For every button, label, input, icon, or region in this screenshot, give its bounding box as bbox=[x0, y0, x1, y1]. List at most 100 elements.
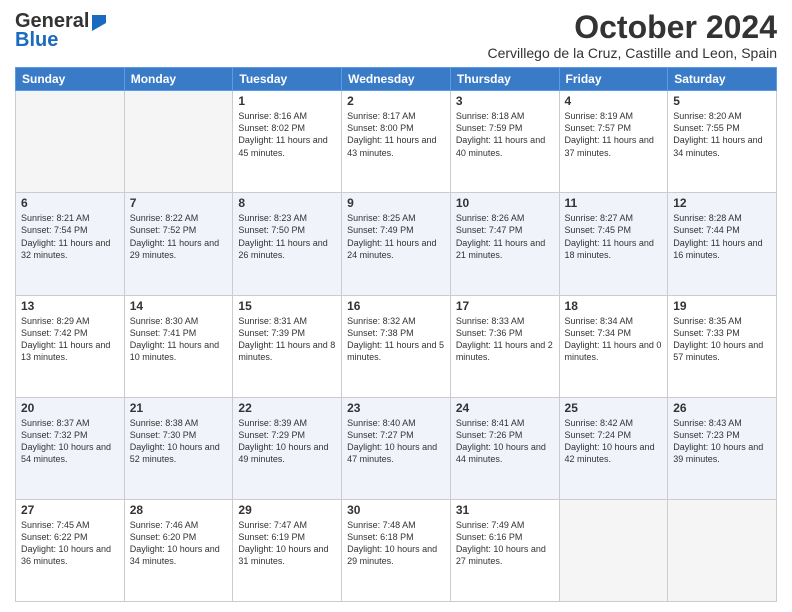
calendar-week-row: 6 Sunrise: 8:21 AM Sunset: 7:54 PM Daylig… bbox=[16, 193, 777, 295]
calendar-day-cell: 9 Sunrise: 8:25 AM Sunset: 7:49 PM Daylig… bbox=[342, 193, 451, 295]
day-info: Sunrise: 7:46 AM Sunset: 6:20 PM Dayligh… bbox=[130, 519, 228, 568]
month-title: October 2024 bbox=[488, 10, 778, 45]
calendar-day-cell: 16 Sunrise: 8:32 AM Sunset: 7:38 PM Dayli… bbox=[342, 295, 451, 397]
day-info: Sunrise: 7:49 AM Sunset: 6:16 PM Dayligh… bbox=[456, 519, 554, 568]
day-info: Sunrise: 8:21 AM Sunset: 7:54 PM Dayligh… bbox=[21, 212, 119, 261]
calendar-day-cell: 28 Sunrise: 7:46 AM Sunset: 6:20 PM Dayli… bbox=[124, 499, 233, 601]
calendar-day-cell: 31 Sunrise: 7:49 AM Sunset: 6:16 PM Dayli… bbox=[450, 499, 559, 601]
day-info: Sunrise: 7:47 AM Sunset: 6:19 PM Dayligh… bbox=[238, 519, 336, 568]
day-info: Sunrise: 8:23 AM Sunset: 7:50 PM Dayligh… bbox=[238, 212, 336, 261]
day-number: 19 bbox=[673, 299, 771, 313]
day-info: Sunrise: 8:22 AM Sunset: 7:52 PM Dayligh… bbox=[130, 212, 228, 261]
calendar-day-cell: 27 Sunrise: 7:45 AM Sunset: 6:22 PM Dayli… bbox=[16, 499, 125, 601]
day-number: 26 bbox=[673, 401, 771, 415]
day-info: Sunrise: 8:18 AM Sunset: 7:59 PM Dayligh… bbox=[456, 110, 554, 159]
day-info: Sunrise: 8:34 AM Sunset: 7:34 PM Dayligh… bbox=[565, 315, 663, 364]
day-info: Sunrise: 8:19 AM Sunset: 7:57 PM Dayligh… bbox=[565, 110, 663, 159]
day-number: 21 bbox=[130, 401, 228, 415]
calendar-day-cell: 22 Sunrise: 8:39 AM Sunset: 7:29 PM Dayli… bbox=[233, 397, 342, 499]
day-number: 23 bbox=[347, 401, 445, 415]
day-number: 9 bbox=[347, 196, 445, 210]
calendar-day-cell: 13 Sunrise: 8:29 AM Sunset: 7:42 PM Dayli… bbox=[16, 295, 125, 397]
calendar-day-cell: 20 Sunrise: 8:37 AM Sunset: 7:32 PM Dayli… bbox=[16, 397, 125, 499]
day-info: Sunrise: 8:20 AM Sunset: 7:55 PM Dayligh… bbox=[673, 110, 771, 159]
calendar-day-cell: 2Sunrise: 8:17 AM Sunset: 8:00 PM Daylig… bbox=[342, 91, 451, 193]
calendar-week-row: 1 Sunrise: 8:16 AM Sunset: 8:02 PM Daylig… bbox=[16, 91, 777, 193]
weekday-header-row: SundayMondayTuesdayWednesdayThursdayFrid… bbox=[16, 68, 777, 91]
calendar-day-cell: 4 Sunrise: 8:19 AM Sunset: 7:57 PM Daylig… bbox=[559, 91, 668, 193]
calendar-day-cell: 12 Sunrise: 8:28 AM Sunset: 7:44 PM Dayli… bbox=[668, 193, 777, 295]
day-info: Sunrise: 8:17 AM Sunset: 8:00 PM Dayligh… bbox=[347, 110, 445, 159]
location-title: Cervillego de la Cruz, Castille and Leon… bbox=[488, 45, 778, 61]
day-info: Sunrise: 8:32 AM Sunset: 7:38 PM Dayligh… bbox=[347, 315, 445, 364]
calendar-day-cell bbox=[668, 499, 777, 601]
day-info: Sunrise: 8:33 AM Sunset: 7:36 PM Dayligh… bbox=[456, 315, 554, 364]
calendar-day-cell: 25 Sunrise: 8:42 AM Sunset: 7:24 PM Dayli… bbox=[559, 397, 668, 499]
logo-blue-text: Blue bbox=[15, 29, 58, 52]
calendar-day-cell: 7 Sunrise: 8:22 AM Sunset: 7:52 PM Daylig… bbox=[124, 193, 233, 295]
day-number: 6 bbox=[21, 196, 119, 210]
title-block: October 2024 Cervillego de la Cruz, Cast… bbox=[488, 10, 778, 61]
calendar-day-cell bbox=[124, 91, 233, 193]
calendar-week-row: 13 Sunrise: 8:29 AM Sunset: 7:42 PM Dayli… bbox=[16, 295, 777, 397]
day-info: Sunrise: 7:48 AM Sunset: 6:18 PM Dayligh… bbox=[347, 519, 445, 568]
day-number: 5 bbox=[673, 94, 771, 108]
calendar-day-cell: 26 Sunrise: 8:43 AM Sunset: 7:23 PM Dayli… bbox=[668, 397, 777, 499]
day-info: Sunrise: 8:27 AM Sunset: 7:45 PM Dayligh… bbox=[565, 212, 663, 261]
day-info: Sunrise: 8:38 AM Sunset: 7:30 PM Dayligh… bbox=[130, 417, 228, 466]
day-info: Sunrise: 8:37 AM Sunset: 7:32 PM Dayligh… bbox=[21, 417, 119, 466]
calendar-day-cell bbox=[559, 499, 668, 601]
day-number: 22 bbox=[238, 401, 336, 415]
page: General Blue October 2024 Cervillego de … bbox=[0, 0, 792, 612]
weekday-header-wednesday: Wednesday bbox=[342, 68, 451, 91]
day-number: 4 bbox=[565, 94, 663, 108]
calendar-day-cell: 3 Sunrise: 8:18 AM Sunset: 7:59 PM Daylig… bbox=[450, 91, 559, 193]
calendar-day-cell: 5 Sunrise: 8:20 AM Sunset: 7:55 PM Daylig… bbox=[668, 91, 777, 193]
day-number: 24 bbox=[456, 401, 554, 415]
calendar-day-cell: 6 Sunrise: 8:21 AM Sunset: 7:54 PM Daylig… bbox=[16, 193, 125, 295]
day-number: 12 bbox=[673, 196, 771, 210]
calendar-week-row: 27 Sunrise: 7:45 AM Sunset: 6:22 PM Dayli… bbox=[16, 499, 777, 601]
day-number: 20 bbox=[21, 401, 119, 415]
calendar-day-cell bbox=[16, 91, 125, 193]
day-info: Sunrise: 8:39 AM Sunset: 7:29 PM Dayligh… bbox=[238, 417, 336, 466]
day-info: Sunrise: 8:28 AM Sunset: 7:44 PM Dayligh… bbox=[673, 212, 771, 261]
day-info: Sunrise: 8:25 AM Sunset: 7:49 PM Dayligh… bbox=[347, 212, 445, 261]
day-info: Sunrise: 8:41 AM Sunset: 7:26 PM Dayligh… bbox=[456, 417, 554, 466]
logo: General Blue bbox=[15, 10, 108, 52]
logo-flag-icon bbox=[90, 13, 108, 31]
day-number: 31 bbox=[456, 503, 554, 517]
day-number: 11 bbox=[565, 196, 663, 210]
day-number: 1 bbox=[238, 94, 336, 108]
day-number: 25 bbox=[565, 401, 663, 415]
day-number: 30 bbox=[347, 503, 445, 517]
day-number: 10 bbox=[456, 196, 554, 210]
calendar-day-cell: 11 Sunrise: 8:27 AM Sunset: 7:45 PM Dayli… bbox=[559, 193, 668, 295]
weekday-header-sunday: Sunday bbox=[16, 68, 125, 91]
day-info: Sunrise: 8:35 AM Sunset: 7:33 PM Dayligh… bbox=[673, 315, 771, 364]
day-info: Sunrise: 8:29 AM Sunset: 7:42 PM Dayligh… bbox=[21, 315, 119, 364]
calendar-day-cell: 21 Sunrise: 8:38 AM Sunset: 7:30 PM Dayli… bbox=[124, 397, 233, 499]
day-info: Sunrise: 8:16 AM Sunset: 8:02 PM Dayligh… bbox=[238, 110, 336, 159]
day-number: 18 bbox=[565, 299, 663, 313]
weekday-header-monday: Monday bbox=[124, 68, 233, 91]
day-info: Sunrise: 8:26 AM Sunset: 7:47 PM Dayligh… bbox=[456, 212, 554, 261]
calendar-day-cell: 17 Sunrise: 8:33 AM Sunset: 7:36 PM Dayli… bbox=[450, 295, 559, 397]
day-info: Sunrise: 7:45 AM Sunset: 6:22 PM Dayligh… bbox=[21, 519, 119, 568]
day-info: Sunrise: 8:43 AM Sunset: 7:23 PM Dayligh… bbox=[673, 417, 771, 466]
day-number: 17 bbox=[456, 299, 554, 313]
day-info: Sunrise: 8:30 AM Sunset: 7:41 PM Dayligh… bbox=[130, 315, 228, 364]
day-number: 13 bbox=[21, 299, 119, 313]
day-number: 16 bbox=[347, 299, 445, 313]
weekday-header-tuesday: Tuesday bbox=[233, 68, 342, 91]
day-number: 27 bbox=[21, 503, 119, 517]
day-number: 8 bbox=[238, 196, 336, 210]
day-number: 3 bbox=[456, 94, 554, 108]
calendar-day-cell: 29Sunrise: 7:47 AM Sunset: 6:19 PM Dayli… bbox=[233, 499, 342, 601]
day-info: Sunrise: 8:42 AM Sunset: 7:24 PM Dayligh… bbox=[565, 417, 663, 466]
day-number: 28 bbox=[130, 503, 228, 517]
day-number: 7 bbox=[130, 196, 228, 210]
day-number: 14 bbox=[130, 299, 228, 313]
calendar-day-cell: 30 Sunrise: 7:48 AM Sunset: 6:18 PM Dayli… bbox=[342, 499, 451, 601]
calendar-day-cell: 24 Sunrise: 8:41 AM Sunset: 7:26 PM Dayli… bbox=[450, 397, 559, 499]
